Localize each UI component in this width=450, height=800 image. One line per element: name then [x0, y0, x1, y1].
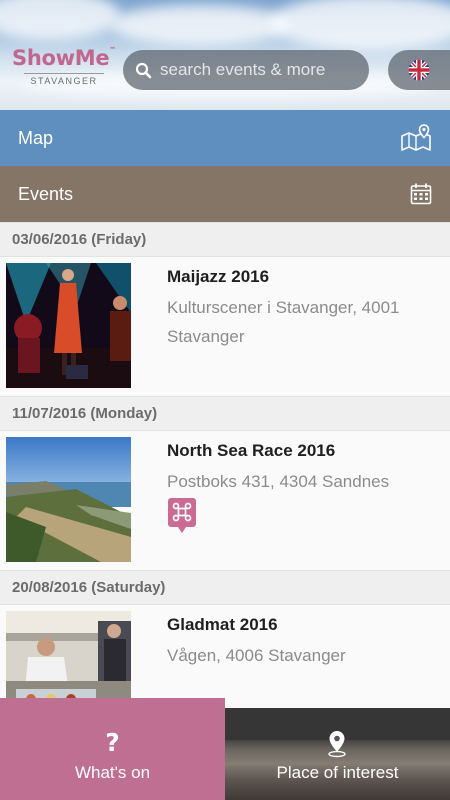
- language-button[interactable]: [388, 50, 450, 90]
- event-item[interactable]: North Sea Race 2016 Postboks 431, 4304 S…: [0, 431, 450, 570]
- app-header: ShowMe™ STAVANGER: [0, 0, 450, 110]
- tab-whats-on-label: What's on: [74, 763, 151, 782]
- event-address: Kulturscener i Stavanger, 4001 Stavanger: [167, 298, 400, 346]
- date-header: 11/07/2016 (Monday): [0, 396, 450, 431]
- nav-map[interactable]: Map: [0, 110, 450, 166]
- bottom-tab-bar: Place of interest ? What's on: [0, 698, 450, 800]
- cloud-decoration: [270, 0, 450, 50]
- calendar-icon: [410, 183, 432, 205]
- uk-flag-icon: [408, 59, 430, 81]
- event-address: Postboks 431, 4304 Sandnes: [167, 472, 390, 491]
- event-list: 03/06/2016 (Friday) Maijazz 2016 Kulturs…: [0, 222, 450, 744]
- event-title: Maijazz 2016: [167, 267, 270, 286]
- tab-place-of-interest-label: Place of interest: [276, 763, 399, 782]
- search-icon: [135, 62, 152, 78]
- date-header: 20/08/2016 (Saturday): [0, 570, 450, 605]
- event-title: Gladmat 2016: [167, 615, 278, 634]
- nav-events-label: Events: [18, 183, 74, 204]
- cloud-decoration: [110, 5, 290, 45]
- app-logo[interactable]: ShowMe™ STAVANGER: [10, 46, 118, 86]
- logo-divider: [24, 73, 104, 74]
- command-badge-icon: [168, 498, 196, 534]
- event-item[interactable]: Maijazz 2016 Kulturscener i Stavanger, 4…: [0, 257, 450, 396]
- event-address: Vågen, 4006 Stavanger: [167, 646, 346, 665]
- coast-photo: [6, 437, 131, 562]
- tab-whats-on[interactable]: ? What's on: [0, 698, 225, 800]
- date-header: 03/06/2016 (Friday): [0, 222, 450, 257]
- tab-place-of-interest[interactable]: Place of interest: [225, 708, 450, 800]
- nav-events[interactable]: Events: [0, 166, 450, 222]
- logo-subtitle: STAVANGER: [30, 76, 98, 86]
- map-pin-icon: [401, 124, 431, 151]
- question-icon: ?: [105, 728, 120, 757]
- nav-map-label: Map: [18, 127, 54, 148]
- search-input[interactable]: [160, 60, 360, 80]
- cloud-decoration: [0, 0, 120, 40]
- location-pin-icon: [328, 731, 346, 758]
- logo-text: ShowMe: [12, 46, 110, 70]
- event-title: North Sea Race 2016: [167, 441, 336, 460]
- search-bar[interactable]: [123, 50, 369, 90]
- concert-photo: [6, 263, 131, 388]
